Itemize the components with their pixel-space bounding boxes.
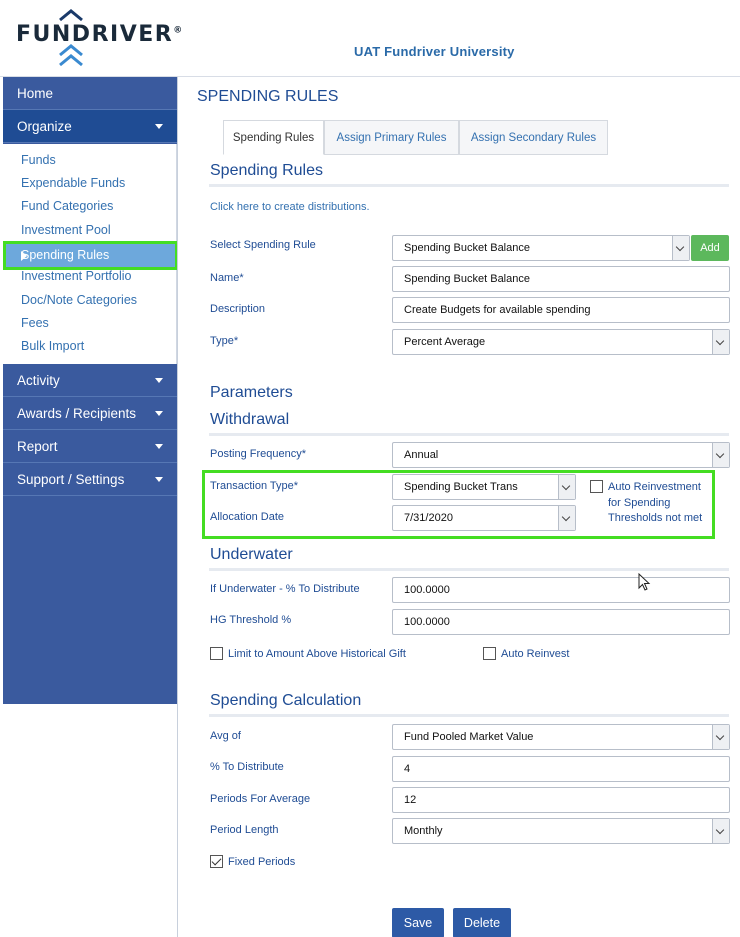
section-spending-rules: Spending Rules (210, 162, 323, 179)
underwater-pct-label: If Underwater - % To Distribute (210, 583, 360, 595)
transaction-type-dropdown[interactable]: Spending Bucket Trans (392, 474, 576, 500)
mouse-cursor-icon (638, 573, 651, 591)
select-spending-rule-label: Select Spending Rule (210, 239, 316, 251)
pct-distribute-label: % To Distribute (210, 761, 284, 773)
caret-down-icon (155, 124, 163, 129)
auto-reinvestment-label-1: Auto Reinvestment (608, 481, 701, 493)
caret-down-icon (155, 444, 163, 449)
save-button[interactable]: Save (392, 908, 444, 937)
main-content: SPENDING RULES Spending Rules Assign Pri… (177, 77, 740, 937)
section-underwater: Underwater (210, 546, 293, 563)
underwater-pct-field[interactable]: 100.0000 (392, 577, 730, 603)
caret-right-icon (21, 251, 27, 261)
app-header: FUNDRIVER® UAT Fundriver University (0, 0, 740, 77)
chevron-down-icon (712, 819, 729, 843)
hg-threshold-label: HG Threshold % (210, 614, 292, 626)
university-name: UAT Fundriver University (354, 44, 515, 59)
caret-down-icon (155, 378, 163, 383)
sidebar-item-fees[interactable]: Fees (21, 316, 49, 330)
page-title: SPENDING RULES (197, 88, 339, 105)
periods-average-label: Periods For Average (210, 793, 311, 805)
sidebar-item-funds[interactable]: Funds (21, 153, 56, 167)
caret-down-icon (155, 411, 163, 416)
chevron-down-icon (712, 330, 729, 354)
type-dropdown[interactable]: Percent Average (392, 329, 730, 355)
section-withdrawal: Withdrawal (210, 411, 290, 428)
section-divider (209, 568, 729, 571)
sidebar-item-doc-note-categories[interactable]: Doc/Note Categories (21, 293, 137, 307)
section-divider (209, 714, 729, 717)
chevron-up-logo-icon (59, 9, 83, 22)
section-spending-calculation: Spending Calculation (210, 692, 362, 709)
posting-frequency-dropdown[interactable]: Annual (392, 442, 730, 468)
chevron-down-icon (672, 236, 689, 260)
avg-of-label: Avg of (210, 730, 241, 742)
nav-awards-recipients[interactable]: Awards / Recipients (3, 397, 177, 430)
chevron-down-icon (712, 443, 729, 467)
section-parameters: Parameters (210, 384, 293, 401)
auto-reinvestment-label-3: Thresholds not met (608, 512, 703, 524)
sidebar-item-expendable-funds[interactable]: Expendable Funds (21, 176, 125, 190)
tab-spending-rules[interactable]: Spending Rules (223, 120, 324, 155)
avg-of-dropdown[interactable]: Fund Pooled Market Value (392, 724, 730, 750)
sidebar-item-investment-pool[interactable]: Investment Pool (21, 223, 111, 237)
auto-reinvest-label: Auto Reinvest (501, 648, 570, 660)
select-spending-rule-dropdown[interactable]: Spending Bucket Balance (392, 235, 690, 261)
fixed-periods-checkbox[interactable] (210, 855, 223, 868)
chevron-up-double-logo-icon (59, 44, 83, 67)
section-divider (209, 433, 729, 436)
sidebar: Home Organize Funds Expendable Funds Fun… (3, 77, 177, 704)
allocation-date-dropdown[interactable]: 7/31/2020 (392, 505, 576, 531)
auto-reinvestment-label-2: for Spending (608, 497, 671, 509)
type-label: Type* (210, 335, 239, 347)
fixed-periods-label: Fixed Periods (228, 856, 296, 868)
nav-support-settings[interactable]: Support / Settings (3, 463, 177, 496)
caret-down-icon (155, 477, 163, 482)
sidebar-item-investment-portfolio[interactable]: Investment Portfolio (21, 269, 131, 283)
period-length-label: Period Length (210, 824, 279, 836)
period-length-dropdown[interactable]: Monthly (392, 818, 730, 844)
posting-frequency-label: Posting Frequency* (210, 448, 306, 460)
nav-organize[interactable]: Organize (3, 110, 177, 143)
limit-historical-gift-checkbox[interactable] (210, 647, 223, 660)
nav-home[interactable]: Home (3, 77, 177, 110)
sidebar-item-spending-rules[interactable]: Spending Rules (3, 241, 178, 270)
chevron-down-icon (712, 725, 729, 749)
section-divider (209, 184, 729, 187)
tab-assign-secondary-rules[interactable]: Assign Secondary Rules (459, 120, 608, 155)
chevron-down-icon (558, 475, 575, 499)
limit-historical-gift-label: Limit to Amount Above Historical Gift (228, 648, 406, 660)
description-label: Description (210, 303, 266, 315)
add-button[interactable]: Add (691, 235, 729, 261)
transaction-type-label: Transaction Type* (210, 480, 299, 492)
auto-reinvestment-checkbox[interactable] (590, 480, 603, 493)
tab-assign-primary-rules[interactable]: Assign Primary Rules (324, 120, 459, 155)
nav-report[interactable]: Report (3, 430, 177, 463)
hg-threshold-field[interactable]: 100.0000 (392, 609, 730, 635)
periods-average-field[interactable]: 12 (392, 787, 730, 813)
auto-reinvest-checkbox[interactable] (483, 647, 496, 660)
sidebar-item-bulk-import[interactable]: Bulk Import (21, 339, 84, 353)
fundriver-logo[interactable]: FUNDRIVER® (14, 8, 184, 68)
logo-wordmark: FUNDRIVER® (16, 22, 183, 47)
create-distributions-link[interactable]: Click here to create distributions. (210, 201, 370, 213)
sidebar-item-fund-categories[interactable]: Fund Categories (21, 199, 113, 213)
chevron-down-icon (558, 506, 575, 530)
nav-activity[interactable]: Activity (3, 364, 177, 397)
description-field[interactable]: Create Budgets for available spending (392, 297, 730, 323)
delete-button[interactable]: Delete (453, 908, 511, 937)
pct-distribute-field[interactable]: 4 (392, 756, 730, 782)
name-label: Name* (210, 272, 244, 284)
name-field[interactable]: Spending Bucket Balance (392, 266, 730, 292)
allocation-date-label: Allocation Date (210, 511, 284, 523)
